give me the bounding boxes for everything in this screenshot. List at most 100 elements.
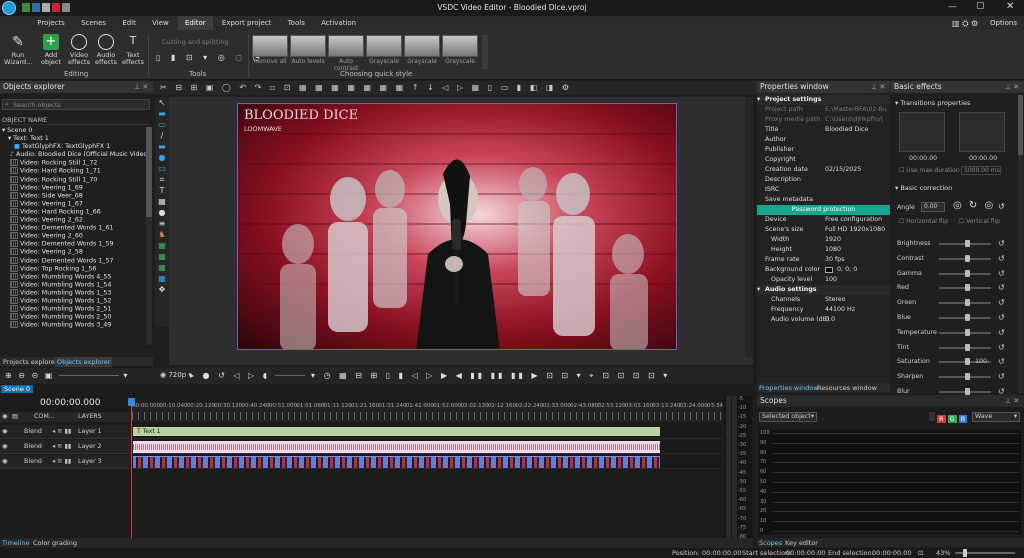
menu-scenes[interactable]: Scenes: [74, 16, 113, 30]
property-section[interactable]: ▾ Audio settings: [757, 285, 890, 295]
property-value[interactable]: Full HD 1920x1080 pixe: [825, 225, 887, 235]
property-value[interactable]: 02/15/2025: [825, 165, 887, 175]
run-wizard-button[interactable]: ✎ Run Wizard...: [4, 34, 32, 66]
eye-icon[interactable]: ◉: [2, 425, 8, 439]
layout-icons[interactable]: ▥ ⛭ ⚙: [952, 19, 978, 29]
tree-item[interactable]: Video: Veering 1_67: [2, 199, 146, 208]
tree-item[interactable]: Video: Demented Words 1_57: [2, 256, 146, 265]
layer-controls-icons[interactable]: ◂ ≋ ▮▮: [52, 425, 71, 439]
tab-resources-window[interactable]: Resources window: [817, 384, 877, 392]
tree-item[interactable]: Video: Demented Words 1_59: [2, 240, 146, 248]
video-effects-button[interactable]: Video effects: [66, 34, 92, 66]
quick-style-grayscale-2[interactable]: [404, 35, 440, 57]
tree-item[interactable]: ■ TextGlyphFX: TextGlyphFX 1: [2, 143, 146, 151]
property-value[interactable]: 44100 Hz: [825, 305, 887, 315]
vertical-flip-checkbox[interactable]: ☐ Vertical flip: [959, 218, 1000, 225]
basic-correction-header[interactable]: ▾ Basic correction: [895, 184, 952, 192]
playback-controls[interactable]: ▸ ● ↺ ◁ ▷ ◖ ▾ ◷ ▦ ⊟ ⊞ ▯ ▮ ◁ ▷ ▶ ◀ ▮▮ ▮▮ …: [190, 371, 670, 381]
quick-style-grayscale-1[interactable]: [366, 35, 402, 57]
property-value[interactable]: 0; 0; 0: [837, 265, 899, 275]
slider-knob[interactable]: [965, 299, 970, 307]
tree-item[interactable]: ♪ Audio: Bloodied Dice (Official Music V…: [2, 151, 146, 159]
tree-item[interactable]: Video: Rocking Still 1_72: [2, 159, 146, 167]
tree-item[interactable]: ▾ Text: Text 1: [2, 135, 146, 143]
slider-knob[interactable]: [965, 313, 970, 321]
property-value[interactable]: Stereo: [825, 295, 887, 305]
playhead[interactable]: [131, 398, 132, 544]
maximize-button[interactable]: ▢: [976, 1, 985, 11]
tree-item[interactable]: Video: Hard Rocking 1_66: [2, 207, 146, 216]
tab-properties-window[interactable]: Properties window: [759, 384, 819, 392]
add-object-button[interactable]: + Add object: [38, 34, 64, 66]
reset-icon[interactable]: ↺: [998, 357, 1005, 366]
slider-knob[interactable]: [965, 254, 970, 262]
zoom-slider[interactable]: [955, 549, 1015, 557]
tab-scopes[interactable]: Scopes: [759, 539, 782, 547]
preview-scrollbar-v[interactable]: [745, 97, 753, 357]
tree-item[interactable]: Video: Mumbling Words 4_55: [2, 272, 146, 281]
properties-pin-icon[interactable]: ⊥ ✕: [871, 83, 885, 91]
tab-key-editor[interactable]: Key editor: [785, 539, 818, 547]
close-button[interactable]: ✕: [1006, 1, 1014, 12]
scope-mode-dropdown[interactable]: Wave ▾: [972, 412, 1020, 422]
quick-style-scroll[interactable]: [482, 35, 488, 69]
color-swatch[interactable]: [825, 267, 833, 273]
use-max-duration-checkbox[interactable]: ☐ Use max duration: [899, 167, 960, 174]
property-value[interactable]: C:\Users\djhkpfhv\: [825, 115, 887, 125]
layer-controls-icons[interactable]: ◂ ≋ ▮▮: [52, 455, 71, 469]
tab-projects-explorer[interactable]: Projects explorer: [3, 358, 58, 366]
reset-icon[interactable]: ↺: [998, 283, 1005, 292]
tree-item[interactable]: Video: Mumbling Words 3_49: [2, 321, 146, 329]
password-protection-button[interactable]: Password protection: [757, 205, 890, 215]
property-section[interactable]: ▾ Project settings: [757, 95, 890, 105]
property-value[interactable]: Free configuration: [825, 215, 887, 225]
quick-style-auto-levels[interactable]: [290, 35, 326, 57]
text-clip[interactable]: T Text 1: [133, 427, 660, 436]
channel-toggles[interactable]: R G B: [929, 412, 968, 423]
tree-item[interactable]: Video: Rocking Still 1_70: [2, 175, 146, 184]
scopes-pin-icon[interactable]: ⊥ ✕: [1005, 397, 1019, 405]
property-value[interactable]: 0.0: [825, 315, 887, 325]
eye-icon[interactable]: ◉: [2, 455, 8, 469]
quick-style-remove-all[interactable]: [252, 35, 288, 57]
reset-icon[interactable]: ↺: [998, 313, 1005, 322]
text-effects-button[interactable]: T Text effects: [120, 34, 146, 66]
property-value[interactable]: Bloodied Dice: [825, 125, 887, 135]
property-value[interactable]: 100: [825, 275, 887, 285]
reset-icon[interactable]: ↺: [998, 372, 1005, 381]
horizontal-flip-checkbox[interactable]: ☐ Horizontal flip: [899, 218, 948, 225]
property-value[interactable]: 30 fps: [825, 255, 887, 265]
menu-activation[interactable]: Activation: [314, 16, 363, 30]
tree-item[interactable]: Video: Veering 2_62: [2, 216, 146, 224]
basic-effects-scrollbar[interactable]: [1018, 95, 1023, 393]
explorer-scrollbar[interactable]: [146, 127, 152, 345]
reset-angle-icon[interactable]: ↺: [998, 202, 1005, 211]
slider-knob[interactable]: [965, 328, 970, 336]
tree-item[interactable]: Video: Mumbling Words 2_50: [2, 313, 146, 321]
slider-knob[interactable]: [965, 387, 970, 395]
tree-item[interactable]: Video: Veering 2_58: [2, 248, 146, 256]
search-objects-field[interactable]: ⌕ Search objects: [2, 99, 150, 110]
rotate-icons[interactable]: ◎ ↻ ◎: [953, 200, 995, 211]
menu-edit[interactable]: Edit: [115, 16, 143, 30]
slider-knob[interactable]: [965, 269, 970, 277]
scene-tab[interactable]: Scene 0: [1, 385, 34, 393]
zoom-controls[interactable]: ⊕ ⊖ ⊝ ▣ ▾: [5, 371, 129, 380]
transitions-header[interactable]: ▾ Transitions properties: [895, 99, 970, 107]
tree-scene[interactable]: ▾ Scene 0: [2, 127, 146, 135]
toolbar-icons[interactable]: ✂ ⊟ ⊞ ▣ ◯ ↶ ↷ ▫ ⊡ ▦ ▦ ▦ ▦ ▦ ▦ ▦ ↑ ↓ ◁ ▷ …: [160, 83, 572, 92]
property-value[interactable]: 1920: [825, 235, 887, 245]
slider-knob[interactable]: [965, 373, 970, 381]
tree-item[interactable]: Video: Demented Words 1_61: [2, 224, 146, 232]
max-duration-field[interactable]: 1000.00 ms: [961, 166, 1001, 175]
tree-item[interactable]: Video: Mumbling Words 2_51: [2, 305, 146, 313]
minimize-button[interactable]: —: [948, 2, 957, 12]
pin-icon[interactable]: ⊥ ✕: [134, 83, 148, 91]
tree-item[interactable]: Video: Top Rocking 1_56: [2, 264, 146, 273]
quick-style-grayscale-3[interactable]: [442, 35, 478, 57]
tree-item[interactable]: Video: Hard Rocking 1_71: [2, 167, 146, 175]
playhead-handle[interactable]: [128, 398, 135, 406]
tab-objects-explorer[interactable]: Objects explorer: [55, 357, 113, 367]
reset-icon[interactable]: ↺: [998, 239, 1005, 248]
audio-effects-button[interactable]: Audio effects: [93, 34, 119, 66]
